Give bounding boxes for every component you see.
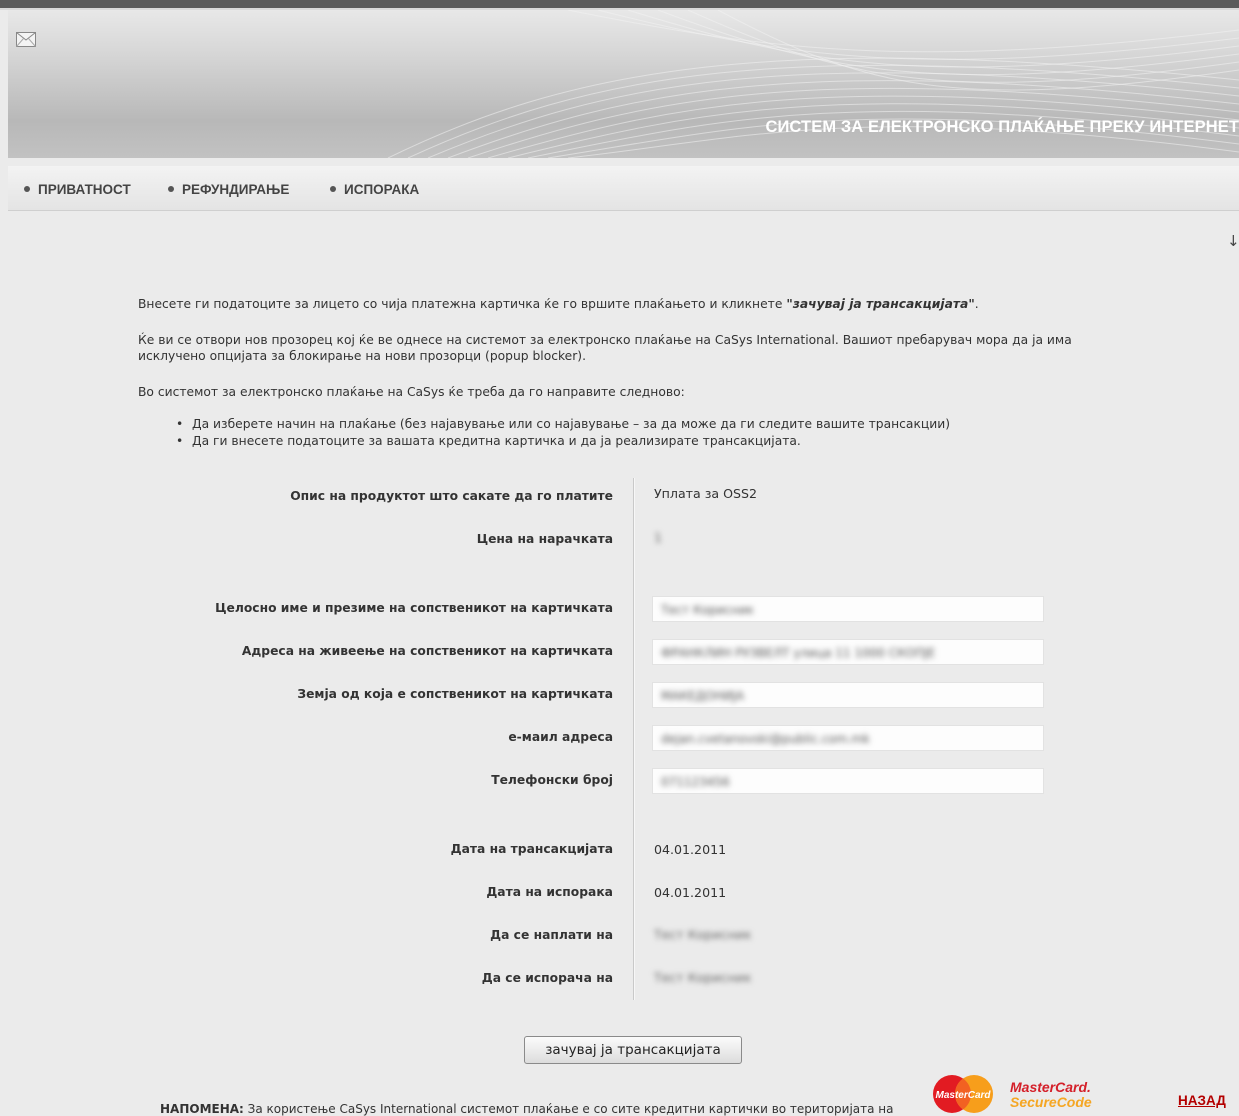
scroll-down-icon[interactable]: ↓	[1227, 232, 1239, 250]
mastercard-logo-text: MasterCard	[935, 1090, 991, 1101]
steps-list: Да изберете начин на плаќање (без најаву…	[176, 416, 950, 450]
intro-emphasis: "зачувај ја трансакцијата"	[786, 297, 975, 311]
nav-item-label: ИСПОРАКА	[344, 181, 420, 197]
price-value: 1	[654, 530, 663, 545]
cardholder-name-field[interactable]: Тест Корисник	[652, 596, 1044, 622]
mail-icon[interactable]	[16, 32, 36, 47]
back-link[interactable]: НАЗАД	[1178, 1093, 1226, 1108]
list-item: Да ги внесете податоците за вашата креди…	[192, 433, 950, 450]
save-transaction-button[interactable]: зачувај ја трансакцијата	[524, 1036, 742, 1064]
email-field[interactable]: dejan.cvetanovski@public.com.mk	[652, 725, 1044, 751]
delivery-date-label: Дата на испорака	[486, 885, 613, 899]
header-title: СИСТЕМ ЗА ЕЛЕКТРОНСКО ПЛАЌАЊЕ ПРЕКУ ИНТЕ…	[765, 118, 1239, 136]
address-label: Адреса на живеење на сопственикот на кар…	[241, 644, 613, 658]
header-banner: СИСТЕМ ЗА ЕЛЕКТРОНСКО ПЛАЌАЊЕ ПРЕКУ ИНТЕ…	[8, 10, 1239, 158]
footer-note: НАПОМЕНА: За користење CaSys Internation…	[160, 1102, 894, 1116]
list-item: Да изберете начин на плаќање (без најаву…	[192, 416, 950, 433]
intro-paragraph-2: Ќе ви се отвори нов прозорец кој ќе ве о…	[138, 333, 1072, 363]
mastercard-securecode-logo: MasterCard. SecureCode	[1010, 1079, 1092, 1110]
top-nav: ПРИВАТНОСТ РЕФУНДИРАЊЕ ИСПОРАКА	[8, 166, 1239, 211]
intro-paragraph-1: Внесете ги податоците за лицето со чија …	[138, 297, 979, 311]
nav-item-refund[interactable]: РЕФУНДИРАЊЕ	[168, 180, 289, 198]
form-divider-highlight	[634, 478, 635, 1000]
email-label: е-маил адреса	[508, 730, 613, 744]
transaction-date-label: Дата на трансакцијата	[450, 842, 613, 856]
bill-to-value: Тест Корисник	[654, 927, 752, 942]
address-field[interactable]: ФРАНКЛИН РУЗВЕЛТ улица 11 1000 СКОПЈЕ	[652, 639, 1044, 665]
delivery-date-value: 04.01.2011	[654, 885, 727, 900]
top-border	[0, 0, 1239, 8]
phone-label: Телефонски број	[491, 773, 613, 787]
nav-item-label: ПРИВАТНОСТ	[38, 181, 131, 197]
country-label: Земја од која е сопственикот на картичка…	[297, 687, 613, 701]
country-field[interactable]: МАКЕДОНИЈА	[652, 682, 1044, 708]
nav-item-delivery[interactable]: ИСПОРАКА	[330, 180, 419, 198]
product-label: Опис на продуктот што сакате да го плати…	[290, 489, 613, 503]
price-label: Цена на нарачката	[476, 532, 613, 546]
transaction-date-value: 04.01.2011	[654, 842, 727, 857]
bill-to-label: Да се наплати на	[490, 928, 613, 942]
bullet-icon	[330, 186, 336, 192]
phone-field[interactable]: 071123456	[652, 768, 1044, 794]
bullet-icon	[168, 186, 174, 192]
intro-paragraph-3: Во системот за електронско плаќање на Ca…	[138, 385, 685, 399]
name-label: Целосно име и презиме на сопственикот на…	[215, 601, 613, 615]
mastercard-logo: MasterCard	[933, 1075, 993, 1113]
nav-item-label: РЕФУНДИРАЊЕ	[182, 181, 290, 197]
product-value: Уплата за OSS2	[654, 486, 758, 501]
bullet-icon	[24, 186, 30, 192]
nav-item-privacy[interactable]: ПРИВАТНОСТ	[24, 180, 131, 198]
ship-to-value: Тест Корисник	[654, 970, 752, 985]
ship-to-label: Да се испорача на	[481, 971, 613, 985]
